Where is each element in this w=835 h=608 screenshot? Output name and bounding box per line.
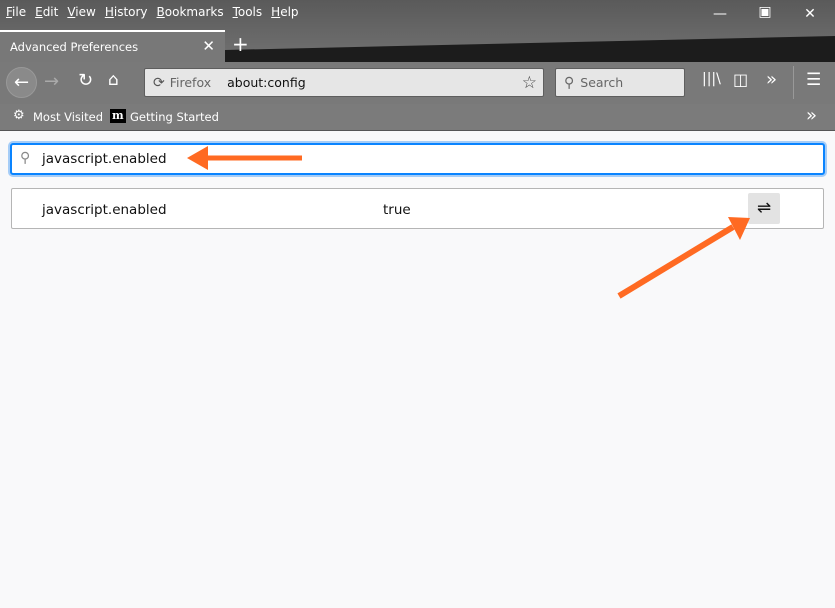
- pref-row[interactable]: javascript.enabled true ⇌: [11, 188, 824, 229]
- gear-icon: ⚙: [13, 108, 25, 123]
- mdn-logo-icon: m: [110, 109, 126, 123]
- menu-view[interactable]: View: [67, 5, 95, 19]
- toggle-button[interactable]: ⇌: [748, 193, 780, 224]
- tab-title: Advanced Preferences: [10, 40, 139, 54]
- library-icon[interactable]: |||\: [702, 71, 721, 87]
- menu-tools[interactable]: Tools: [233, 5, 263, 19]
- firefox-identity-icon: ⟳: [153, 74, 165, 91]
- bookmark-most-visited[interactable]: Most Visited: [33, 110, 103, 124]
- toggle-icon: ⇌: [756, 198, 772, 218]
- close-window-button[interactable]: ✕: [800, 6, 820, 22]
- home-button[interactable]: ⌂: [108, 70, 119, 90]
- about-config-page: ⚲ javascript.enabled javascript.enabled …: [0, 131, 835, 608]
- menu-file[interactable]: File: [6, 5, 26, 19]
- tab-strip-background: [225, 36, 835, 62]
- bookmarks-overflow-icon[interactable]: »: [806, 105, 817, 126]
- tab-strip: Advanced Preferences ✕ +: [0, 30, 835, 62]
- hamburger-menu-icon[interactable]: ☰: [806, 70, 821, 90]
- close-tab-icon[interactable]: ✕: [202, 37, 215, 55]
- search-icon: ⚲: [564, 74, 575, 91]
- reload-button[interactable]: ↻: [78, 70, 93, 91]
- url-bar[interactable]: ⟳ Firefox about:config ☆: [144, 68, 544, 97]
- search-bar[interactable]: ⚲ Search: [555, 68, 685, 97]
- overflow-chevron-icon[interactable]: »: [766, 69, 777, 90]
- menu-history[interactable]: History: [105, 5, 148, 19]
- menu-bar: File Edit View History Bookmarks Tools H…: [0, 0, 308, 24]
- url-text[interactable]: about:config: [227, 75, 306, 90]
- pref-value: true: [383, 202, 411, 218]
- search-icon: ⚲: [20, 150, 31, 166]
- bookmark-star-icon[interactable]: ☆: [522, 73, 537, 93]
- identity-label: Firefox: [169, 75, 212, 90]
- browser-chrome: File Edit View History Bookmarks Tools H…: [0, 0, 835, 131]
- search-value: javascript.enabled: [42, 151, 167, 167]
- maximize-button[interactable]: ▣: [755, 4, 775, 20]
- navigation-toolbar: ← → ↻ ⌂ ⟳ Firefox about:config ☆ ⚲ Searc…: [0, 62, 835, 104]
- search-placeholder: Search: [580, 75, 624, 90]
- menu-edit[interactable]: Edit: [35, 5, 58, 19]
- back-button[interactable]: ←: [6, 67, 37, 98]
- toolbar-divider: [793, 66, 794, 99]
- bookmarks-toolbar: ⚙ Most Visited m Getting Started »: [0, 104, 835, 130]
- menu-help[interactable]: Help: [271, 5, 298, 19]
- pref-name: javascript.enabled: [42, 202, 167, 218]
- menu-bookmarks[interactable]: Bookmarks: [157, 5, 224, 19]
- forward-button[interactable]: →: [44, 71, 59, 92]
- new-tab-button[interactable]: +: [232, 32, 249, 56]
- sidebar-icon[interactable]: ◫: [733, 70, 748, 89]
- tab-advanced-preferences[interactable]: Advanced Preferences ✕: [0, 30, 225, 62]
- minimize-button[interactable]: —: [710, 6, 730, 22]
- config-search-input[interactable]: ⚲ javascript.enabled: [10, 143, 825, 175]
- bookmark-getting-started[interactable]: Getting Started: [130, 110, 219, 124]
